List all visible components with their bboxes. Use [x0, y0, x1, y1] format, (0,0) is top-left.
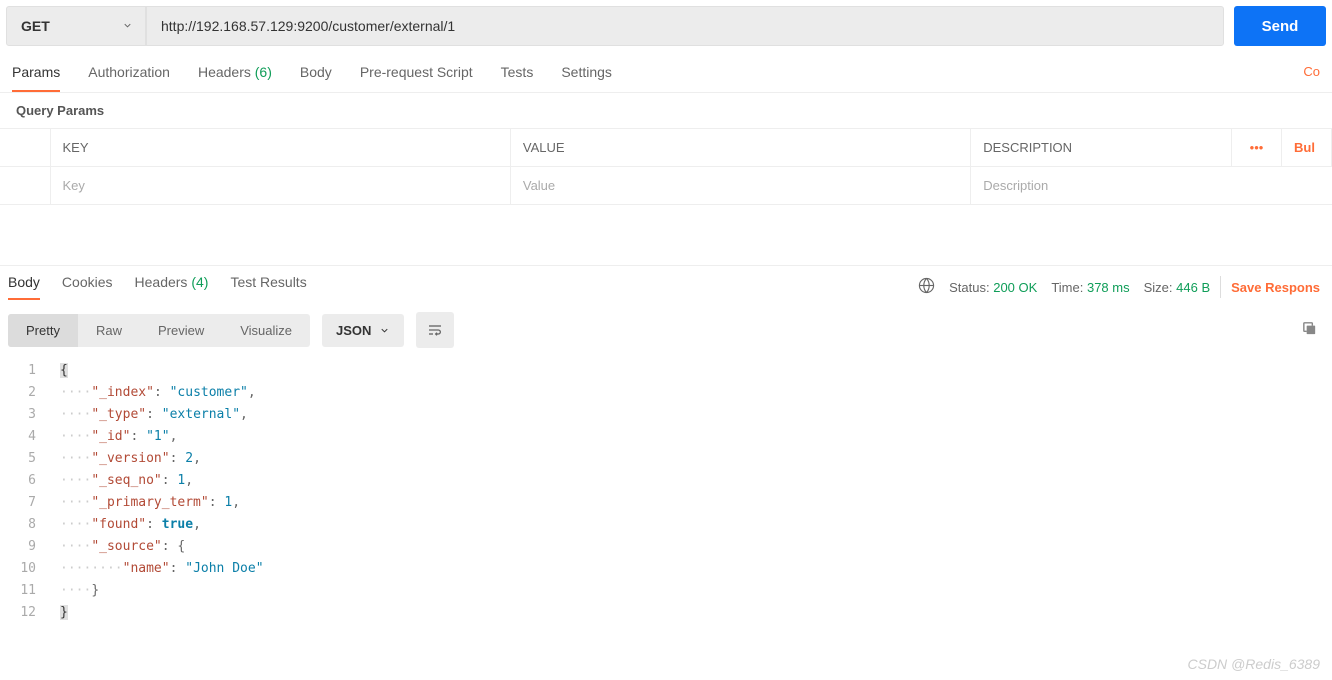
code-content: ····"_id": "1",: [60, 426, 177, 448]
wrap-lines-button[interactable]: [416, 312, 454, 348]
code-link[interactable]: Co: [1303, 64, 1320, 92]
tab-tests[interactable]: Tests: [501, 64, 534, 92]
resp-tab-testresults[interactable]: Test Results: [230, 274, 306, 300]
code-content: ····"_type": "external",: [60, 404, 248, 426]
code-content: ····"_version": 2,: [60, 448, 201, 470]
tab-body[interactable]: Body: [300, 64, 332, 92]
resp-tab-headers-count: (4): [191, 274, 208, 290]
code-line: 5····"_version": 2,: [0, 448, 1332, 470]
line-number: 2: [0, 382, 60, 404]
param-desc-input[interactable]: [983, 178, 1319, 193]
size-value: 446 B: [1176, 280, 1210, 295]
copy-icon: [1301, 320, 1318, 337]
status-group: Status: 200 OK: [949, 280, 1037, 295]
code-line: 10········"name": "John Doe": [0, 558, 1332, 580]
tab-params[interactable]: Params: [12, 64, 60, 92]
line-number: 3: [0, 404, 60, 426]
code-content: {: [60, 360, 68, 382]
tab-headers-label: Headers: [198, 64, 251, 80]
code-line: 12}: [0, 602, 1332, 624]
line-number: 10: [0, 558, 60, 580]
time-group: Time: 378 ms: [1051, 280, 1129, 295]
params-col-desc: DESCRIPTION: [971, 129, 1232, 167]
body-format-value: JSON: [336, 323, 371, 338]
line-number: 4: [0, 426, 60, 448]
line-number: 8: [0, 514, 60, 536]
time-value: 378 ms: [1087, 280, 1130, 295]
size-group: Size: 446 B: [1144, 280, 1211, 295]
watermark: CSDN @Redis_6389: [1188, 656, 1321, 672]
code-line: 6····"_seq_no": 1,: [0, 470, 1332, 492]
line-number: 7: [0, 492, 60, 514]
resp-tab-cookies[interactable]: Cookies: [62, 274, 113, 300]
tab-headers[interactable]: Headers (6): [198, 64, 272, 92]
params-bulk-edit[interactable]: Bul: [1282, 129, 1332, 167]
code-content: ········"name": "John Doe": [60, 558, 264, 580]
code-line: 11····}: [0, 580, 1332, 602]
divider: [1220, 276, 1221, 298]
resp-tab-body[interactable]: Body: [8, 274, 40, 300]
code-content: ····"found": true,: [60, 514, 201, 536]
query-params-table: KEY VALUE DESCRIPTION ••• Bul: [0, 128, 1332, 205]
line-number: 5: [0, 448, 60, 470]
code-content: ····}: [60, 580, 99, 602]
code-line: 7····"_primary_term": 1,: [0, 492, 1332, 514]
copy-response-button[interactable]: [1301, 320, 1318, 340]
resp-tab-headers[interactable]: Headers (4): [135, 274, 209, 300]
code-content: ····"_index": "customer",: [60, 382, 256, 404]
code-line: 4····"_id": "1",: [0, 426, 1332, 448]
code-line: 2····"_index": "customer",: [0, 382, 1332, 404]
url-input[interactable]: [146, 6, 1224, 46]
chevron-down-icon: [379, 325, 390, 336]
view-mode-group: Pretty Raw Preview Visualize: [8, 314, 310, 347]
code-line: 8····"found": true,: [0, 514, 1332, 536]
query-params-title: Query Params: [0, 93, 1332, 128]
body-format-select[interactable]: JSON: [322, 314, 404, 347]
code-line: 3····"_type": "external",: [0, 404, 1332, 426]
line-number: 9: [0, 536, 60, 558]
param-value-input[interactable]: [523, 178, 958, 193]
tab-prerequest[interactable]: Pre-request Script: [360, 64, 473, 92]
code-line: 9····"_source": {: [0, 536, 1332, 558]
http-method-select[interactable]: GET: [6, 6, 146, 46]
tab-settings[interactable]: Settings: [561, 64, 612, 92]
save-response-button[interactable]: Save Respons: [1231, 280, 1320, 295]
code-content: }: [60, 602, 68, 624]
response-body[interactable]: 1{2····"_index": "customer",3····"_type"…: [0, 360, 1332, 624]
params-more-button[interactable]: •••: [1232, 129, 1282, 167]
http-method-value: GET: [21, 18, 50, 34]
code-content: ····"_primary_term": 1,: [60, 492, 240, 514]
code-content: ····"_seq_no": 1,: [60, 470, 193, 492]
line-number: 11: [0, 580, 60, 602]
params-col-check: [0, 129, 50, 167]
tab-headers-count: (6): [255, 64, 272, 80]
code-content: ····"_source": {: [60, 536, 185, 558]
line-number: 12: [0, 602, 60, 624]
wrap-icon: [427, 322, 443, 338]
resp-tab-headers-label: Headers: [135, 274, 188, 290]
tab-authorization[interactable]: Authorization: [88, 64, 170, 92]
view-raw[interactable]: Raw: [78, 314, 140, 347]
status-value: 200 OK: [993, 280, 1037, 295]
view-visualize[interactable]: Visualize: [222, 314, 310, 347]
params-col-key: KEY: [50, 129, 510, 167]
globe-icon[interactable]: [918, 277, 935, 297]
line-number: 1: [0, 360, 60, 382]
view-preview[interactable]: Preview: [140, 314, 222, 347]
code-line: 1{: [0, 360, 1332, 382]
params-row-empty: [0, 167, 1332, 205]
params-col-value: VALUE: [510, 129, 970, 167]
line-number: 6: [0, 470, 60, 492]
send-button[interactable]: Send: [1234, 6, 1326, 46]
view-pretty[interactable]: Pretty: [8, 314, 78, 347]
param-key-input[interactable]: [63, 178, 498, 193]
chevron-down-icon: [122, 18, 133, 34]
